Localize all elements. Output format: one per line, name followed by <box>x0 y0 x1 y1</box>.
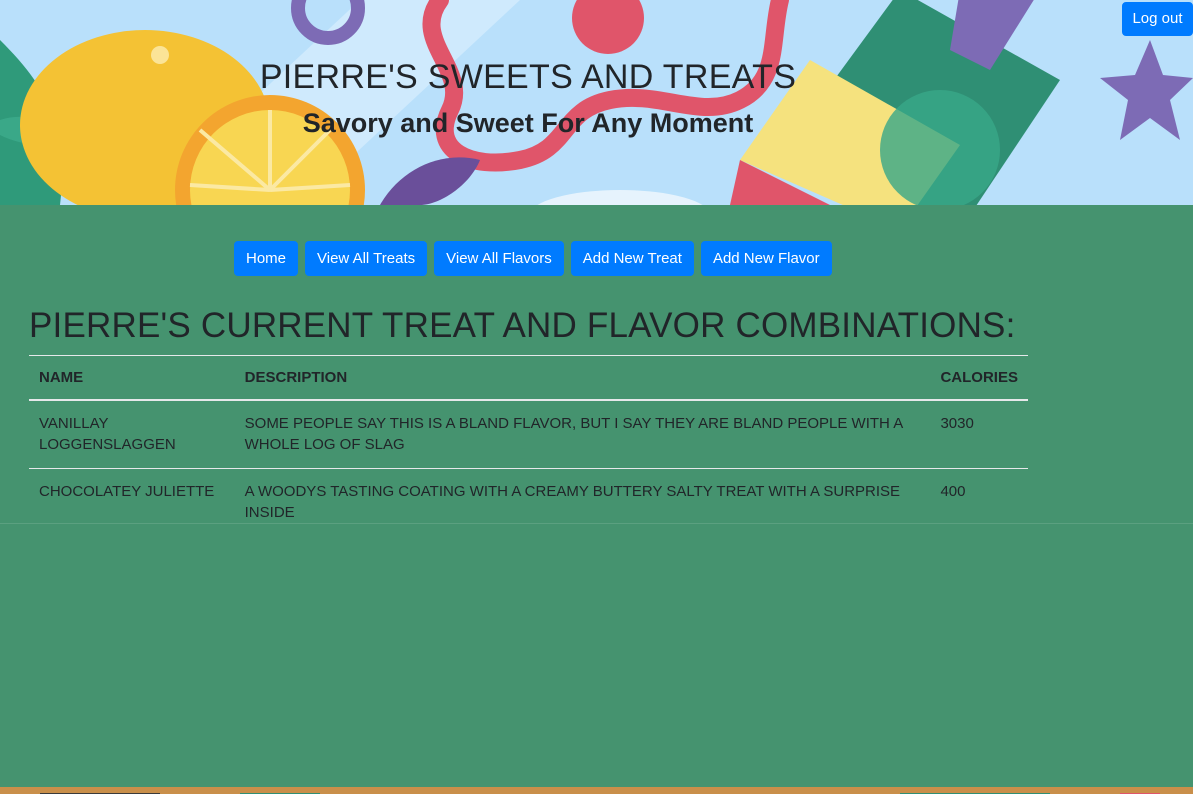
logout-button[interactable]: Log out <box>1122 2 1193 36</box>
nav-home-button[interactable]: Home <box>234 241 299 276</box>
column-header-description: DESCRIPTION <box>234 355 931 401</box>
cell-calories: 3030 <box>930 399 1028 469</box>
table-row: CHOCOLATEY JULIETTE A WOODYS TASTING COA… <box>29 468 1028 536</box>
main-nav: Home View All Treats View All Flavors Ad… <box>234 241 832 276</box>
nav-view-treats-button[interactable]: View All Treats <box>305 241 428 276</box>
footer-illustration-strip <box>0 787 1193 794</box>
cell-name: CHOCOLATEY JULIETTE <box>29 468 235 536</box>
column-header-calories: CALORIES <box>930 355 1028 401</box>
page-heading: PIERRE'S CURRENT TREAT AND FLAVOR COMBIN… <box>29 306 1016 345</box>
table-row: VANILLAY LOGGENSLAGGEN SOME PEOPLE SAY T… <box>29 399 1028 469</box>
combinations-table: NAME DESCRIPTION CALORIES VANILLAY LOGGE… <box>29 355 1028 536</box>
nav-add-treat-button[interactable]: Add New Treat <box>570 241 694 276</box>
nav-view-flavors-button[interactable]: View All Flavors <box>434 241 564 276</box>
cell-calories: 400 <box>930 468 1028 536</box>
cell-description: A WOODYS TASTING COATING WITH A CREAMY B… <box>234 468 931 536</box>
column-header-name: NAME <box>29 355 235 401</box>
hero-illustration <box>0 0 1193 205</box>
table-header-row: NAME DESCRIPTION CALORIES <box>29 355 1028 401</box>
cell-description: SOME PEOPLE SAY THIS IS A BLAND FLAVOR, … <box>234 399 931 469</box>
section-divider <box>0 523 1193 524</box>
nav-add-flavor-button[interactable]: Add New Flavor <box>700 241 832 276</box>
site-title: PIERRE'S SWEETS AND TREATS <box>259 58 797 96</box>
site-subtitle: Savory and Sweet For Any Moment <box>302 108 754 138</box>
cell-name: VANILLAY LOGGENSLAGGEN <box>29 399 235 469</box>
hero-banner: PIERRE'S SWEETS AND TREATS Savory and Sw… <box>0 0 1193 205</box>
